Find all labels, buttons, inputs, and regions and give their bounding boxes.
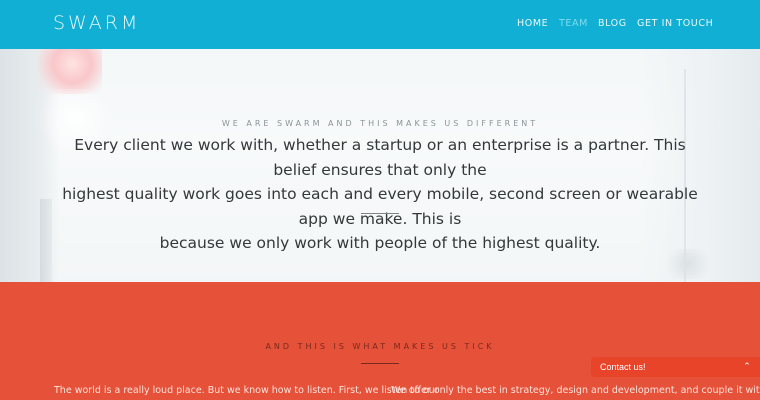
statement-line: highest quality work goes into each and …: [62, 185, 698, 228]
main-nav: HOME TEAM BLOG GET IN TOUCH: [0, 18, 760, 32]
hero-section: WE ARE SWARM AND THIS MAKES US DIFFERENT…: [0, 49, 760, 282]
nav-get-in-touch-link[interactable]: GET IN TOUCH: [637, 18, 713, 30]
hero-divider: [361, 213, 399, 214]
top-navigation-bar: SWARM HOME TEAM BLOG GET IN TOUCH: [0, 0, 760, 49]
statement-line: because we only work with people of the …: [159, 234, 601, 252]
contact-us-widget[interactable]: Contact us! ⌃: [591, 357, 760, 377]
what-makes-us-tick-section: AND THIS IS WHAT MAKES US TICK The world…: [0, 282, 760, 400]
column-text-offer: We offer only the best in strategy, desi…: [391, 385, 760, 396]
contact-us-label: Contact us!: [600, 362, 646, 372]
section-title: AND THIS IS WHAT MAKES US TICK: [265, 342, 495, 351]
hero-statement: Every client we work with, whether a sta…: [52, 133, 708, 256]
nav-team-link[interactable]: TEAM: [559, 18, 588, 30]
section-divider: [361, 363, 399, 364]
hero-eyebrow: WE ARE SWARM AND THIS MAKES US DIFFERENT: [221, 119, 539, 128]
nav-blog-link[interactable]: BLOG: [598, 18, 627, 30]
nav-home-link[interactable]: HOME: [517, 18, 548, 30]
statement-line: Every client we work with, whether a sta…: [74, 136, 686, 179]
column-text-listen: The world is a really loud place. But we…: [54, 385, 439, 396]
chevron-up-icon[interactable]: ⌃: [742, 361, 752, 373]
